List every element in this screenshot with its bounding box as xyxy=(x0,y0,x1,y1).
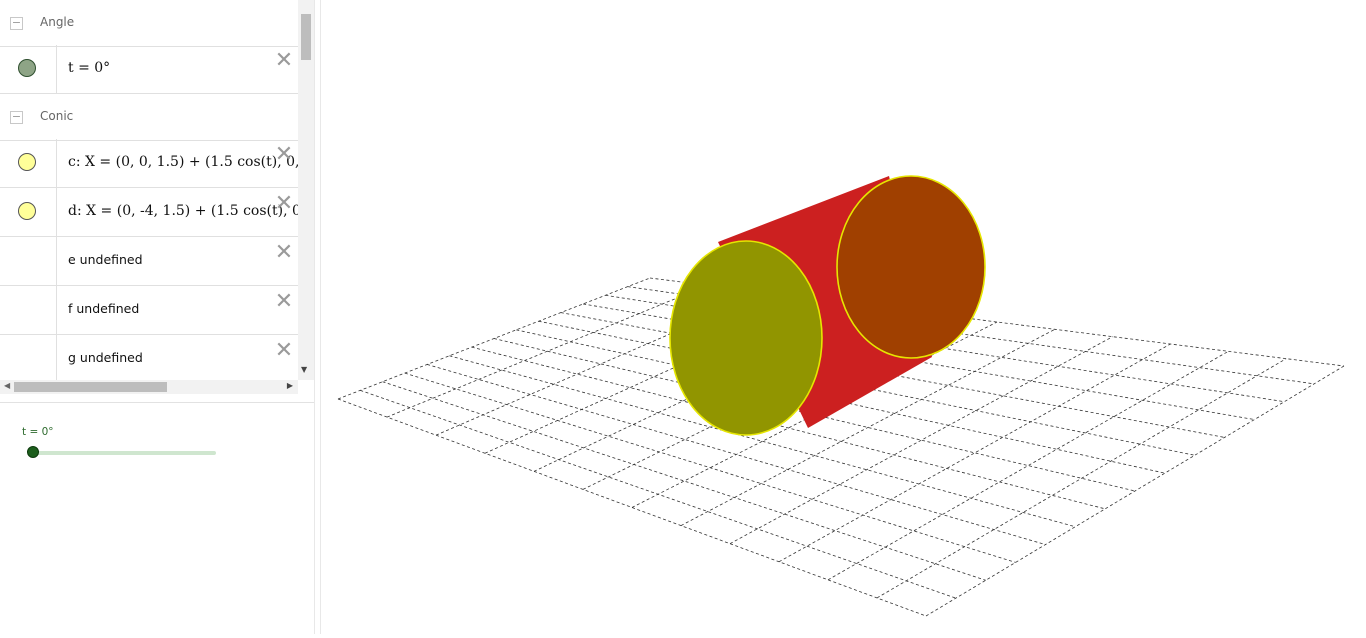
algebra-view: − Angle t = 0° ✕ − Conic c: X = (0, 0, 1… xyxy=(0,0,314,396)
visibility-toggle[interactable] xyxy=(0,286,57,334)
algebra-row-c[interactable]: c: X = (0, 0, 1.5) + (1.5 cos(t), 0, -1.… xyxy=(0,139,314,188)
graphics-3d-view[interactable] xyxy=(321,0,1366,634)
grid-line xyxy=(876,358,1287,599)
algebra-row-text[interactable]: e undefined xyxy=(68,252,143,267)
visibility-toggle[interactable] xyxy=(0,139,57,187)
group-header-conic[interactable]: − Conic xyxy=(0,94,298,141)
collapse-icon[interactable]: − xyxy=(10,17,23,30)
close-icon[interactable]: ✕ xyxy=(274,50,294,72)
close-icon[interactable]: ✕ xyxy=(274,340,294,362)
slider-label: t = 0° xyxy=(22,426,54,438)
close-icon[interactable]: ✕ xyxy=(274,193,294,215)
grid-line xyxy=(337,277,651,400)
collapse-icon[interactable]: − xyxy=(10,111,23,124)
scrollbar-thumb[interactable] xyxy=(14,382,167,392)
grid-line xyxy=(386,284,708,418)
triangle-left-icon[interactable]: ◀ xyxy=(4,381,10,390)
panel-divider xyxy=(0,402,314,403)
algebra-row-e[interactable]: e undefined ✕ xyxy=(0,237,298,286)
visibility-marker-icon[interactable] xyxy=(18,202,36,220)
circle-d[interactable] xyxy=(836,175,986,359)
close-icon[interactable]: ✕ xyxy=(274,291,294,313)
group-header-angle[interactable]: − Angle xyxy=(0,0,298,47)
algebra-row-g[interactable]: g undefined ✕ xyxy=(0,335,298,384)
algebra-row-f[interactable]: f undefined ✕ xyxy=(0,286,298,335)
grid-line xyxy=(382,381,986,581)
visibility-marker-icon[interactable] xyxy=(18,59,36,77)
cylinder[interactable] xyxy=(669,175,986,436)
close-icon[interactable]: ✕ xyxy=(274,242,294,264)
close-icon[interactable]: ✕ xyxy=(274,144,294,166)
triangle-right-icon[interactable]: ▶ xyxy=(287,381,293,390)
algebra-row-text[interactable]: f undefined xyxy=(68,301,139,316)
slider-knob[interactable] xyxy=(27,446,39,458)
visibility-toggle[interactable] xyxy=(0,237,57,285)
visibility-toggle[interactable] xyxy=(0,188,57,236)
visibility-toggle[interactable] xyxy=(0,45,57,93)
algebra-row-d[interactable]: d: X = (0, -4, 1.5) + (1.5 cos(t), 0, 1.… xyxy=(0,188,314,237)
algebra-row-t[interactable]: t = 0° ✕ xyxy=(0,45,298,94)
group-label-conic: Conic xyxy=(40,109,74,123)
visibility-toggle[interactable] xyxy=(0,335,57,383)
slider-track[interactable] xyxy=(33,451,216,455)
horizontal-scrollbar[interactable]: ◀ ▶ xyxy=(0,380,298,394)
algebra-row-text[interactable]: t = 0° xyxy=(68,60,110,76)
circle-c[interactable] xyxy=(669,240,823,436)
group-label-angle: Angle xyxy=(40,15,75,29)
triangle-down-icon[interactable]: ▼ xyxy=(301,365,307,374)
view-splitter[interactable] xyxy=(314,0,321,634)
grid-line xyxy=(827,350,1229,581)
algebra-row-text[interactable]: g undefined xyxy=(68,350,143,365)
vertical-scrollbar[interactable]: ▼ xyxy=(298,0,314,380)
graphics-3d-canvas[interactable] xyxy=(321,0,1366,634)
visibility-marker-icon[interactable] xyxy=(18,153,36,171)
scrollbar-thumb[interactable] xyxy=(301,14,311,60)
